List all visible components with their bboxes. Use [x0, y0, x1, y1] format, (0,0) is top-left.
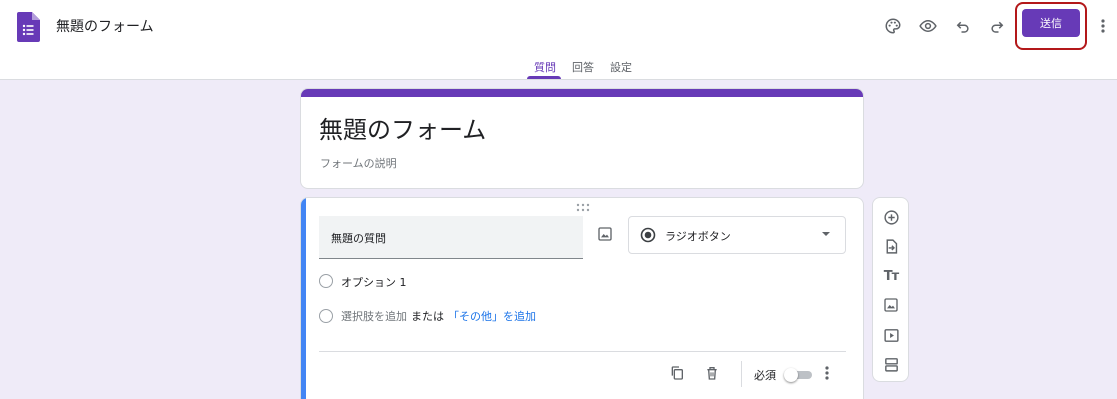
- import-questions-icon[interactable]: [881, 236, 901, 256]
- add-option-link[interactable]: 選択肢を追加: [341, 310, 407, 323]
- required-label: 必須: [754, 369, 776, 382]
- tab-settings[interactable]: 設定: [610, 59, 632, 75]
- add-section-icon[interactable]: [881, 354, 901, 374]
- send-button[interactable]: 送信: [1022, 9, 1080, 37]
- more-vert-icon[interactable]: [1096, 12, 1110, 40]
- palette-icon[interactable]: [879, 12, 907, 40]
- undo-icon[interactable]: [949, 12, 977, 40]
- forms-logo-icon[interactable]: [17, 12, 40, 42]
- question-type-label: ラジオボタン: [665, 230, 731, 243]
- duplicate-icon[interactable]: [667, 363, 687, 383]
- question-type-dropdown[interactable]: ラジオボタン: [628, 216, 846, 254]
- add-image-icon[interactable]: [881, 295, 901, 315]
- delete-icon[interactable]: [702, 363, 722, 383]
- add-other-link[interactable]: 「その他」を追加: [448, 310, 536, 323]
- option-1-label[interactable]: オプション 1: [341, 274, 407, 290]
- tab-questions[interactable]: 質問: [534, 59, 556, 75]
- drag-handle-icon[interactable]: [576, 203, 590, 213]
- add-option-row: 選択肢を追加 または 「その他」を追加: [341, 308, 536, 324]
- footer-separator: [741, 361, 742, 387]
- question-more-icon[interactable]: [821, 363, 833, 383]
- radio-button-icon: [640, 227, 656, 243]
- tab-responses[interactable]: 回答: [572, 59, 594, 75]
- add-video-icon[interactable]: [881, 325, 901, 345]
- redo-icon[interactable]: [983, 12, 1011, 40]
- active-card-accent: [301, 198, 306, 399]
- question-card[interactable]: 無題の質問 ラジオボタン オプション 1 選択肢を追加 または 「その他」を追加 必…: [300, 197, 864, 399]
- required-toggle[interactable]: [784, 368, 812, 382]
- top-bar: 無題のフォーム 送信 質問 回答 設定: [0, 0, 1117, 80]
- add-image-to-question-icon[interactable]: [595, 224, 615, 244]
- form-title-card: 無題のフォーム フォームの説明: [300, 88, 864, 189]
- add-title-icon[interactable]: Tт: [881, 266, 901, 286]
- preview-eye-icon[interactable]: [914, 12, 942, 40]
- card-footer-divider: [319, 351, 846, 352]
- or-text: または: [411, 310, 444, 323]
- side-toolbar: Tт: [872, 197, 909, 382]
- option-radio-icon: [319, 274, 333, 288]
- form-title[interactable]: 無題のフォーム: [319, 114, 486, 146]
- question-title-text: 無題の質問: [331, 232, 386, 245]
- add-option-radio-icon: [319, 309, 333, 323]
- toggle-knob: [784, 368, 798, 382]
- question-title-input[interactable]: 無題の質問: [319, 216, 583, 259]
- form-tabs: 質問 回答 設定: [0, 52, 1117, 80]
- form-description-field[interactable]: フォームの説明: [320, 155, 397, 171]
- document-title[interactable]: 無題のフォーム: [56, 17, 154, 37]
- add-question-icon[interactable]: [881, 207, 901, 227]
- dropdown-arrow-icon: [822, 232, 830, 236]
- theme-color-band: [301, 89, 863, 97]
- active-tab-indicator: [527, 76, 561, 79]
